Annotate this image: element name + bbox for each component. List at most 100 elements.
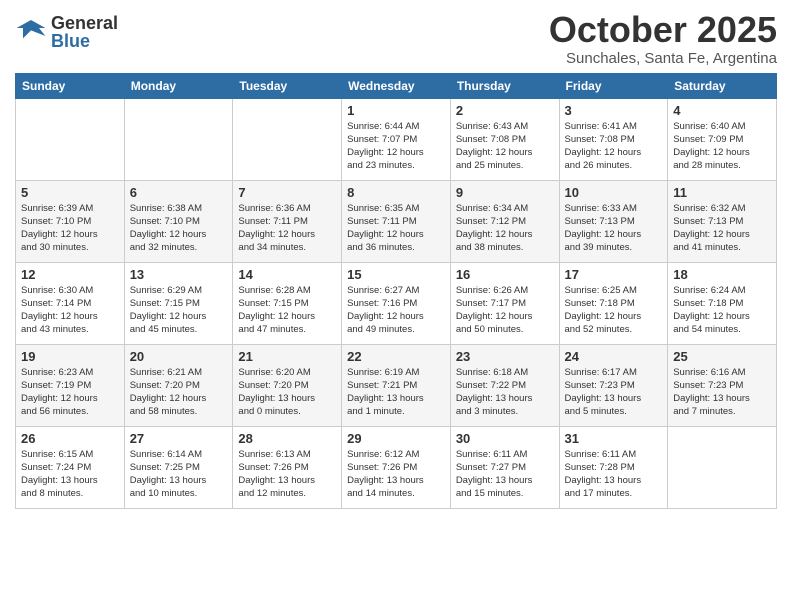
calendar-cell: 16 Sunrise: 6:26 AMSunset: 7:17 PMDayligh… [450, 262, 559, 344]
calendar-cell: 24 Sunrise: 6:17 AMSunset: 7:23 PMDayligh… [559, 344, 668, 426]
day-info: Sunrise: 6:40 AMSunset: 7:09 PMDaylight:… [673, 120, 771, 173]
day-number: 25 [673, 349, 771, 364]
calendar-week-1: 5 Sunrise: 6:39 AMSunset: 7:10 PMDaylight… [16, 180, 777, 262]
header-monday: Monday [124, 73, 233, 98]
calendar-cell: 11Sunrise: 6:32 AMSunset: 7:13 PMDayligh… [668, 180, 777, 262]
page: General Blue October 2025 Sunchales, San… [0, 0, 792, 612]
header-saturday: Saturday [668, 73, 777, 98]
calendar-cell: 23Sunrise: 6:18 AMSunset: 7:22 PMDayligh… [450, 344, 559, 426]
calendar-cell: 6 Sunrise: 6:38 AMSunset: 7:10 PMDaylight… [124, 180, 233, 262]
calendar-cell: 18 Sunrise: 6:24 AMSunset: 7:18 PMDayligh… [668, 262, 777, 344]
day-number: 18 [673, 267, 771, 282]
header-thursday: Thursday [450, 73, 559, 98]
day-info: Sunrise: 6:29 AMSunset: 7:15 PMDaylight:… [130, 284, 228, 337]
day-number: 20 [130, 349, 228, 364]
calendar-week-0: 1Sunrise: 6:44 AMSunset: 7:07 PMDaylight… [16, 98, 777, 180]
day-info: Sunrise: 6:38 AMSunset: 7:10 PMDaylight:… [130, 202, 228, 255]
day-number: 21 [238, 349, 336, 364]
day-info: Sunrise: 6:43 AMSunset: 7:08 PMDaylight:… [456, 120, 554, 173]
day-number: 8 [347, 185, 445, 200]
logo-icon [15, 16, 47, 48]
day-info: Sunrise: 6:44 AMSunset: 7:07 PMDaylight:… [347, 120, 445, 173]
day-number: 6 [130, 185, 228, 200]
day-number: 26 [21, 431, 119, 446]
calendar-cell: 8 Sunrise: 6:35 AMSunset: 7:11 PMDaylight… [342, 180, 451, 262]
day-info: Sunrise: 6:16 AMSunset: 7:23 PMDaylight:… [673, 366, 771, 419]
logo-general-text: General [51, 14, 118, 32]
day-number: 4 [673, 103, 771, 118]
day-info: Sunrise: 6:11 AMSunset: 7:28 PMDaylight:… [565, 448, 663, 501]
day-number: 16 [456, 267, 554, 282]
day-number: 13 [130, 267, 228, 282]
calendar-cell: 3Sunrise: 6:41 AMSunset: 7:08 PMDaylight… [559, 98, 668, 180]
day-number: 30 [456, 431, 554, 446]
calendar-cell [668, 426, 777, 508]
day-info: Sunrise: 6:32 AMSunset: 7:13 PMDaylight:… [673, 202, 771, 255]
day-info: Sunrise: 6:39 AMSunset: 7:10 PMDaylight:… [21, 202, 119, 255]
day-info: Sunrise: 6:30 AMSunset: 7:14 PMDaylight:… [21, 284, 119, 337]
day-number: 9 [456, 185, 554, 200]
calendar-cell: 21 Sunrise: 6:20 AMSunset: 7:20 PMDayligh… [233, 344, 342, 426]
day-info: Sunrise: 6:21 AMSunset: 7:20 PMDaylight:… [130, 366, 228, 419]
day-number: 10 [565, 185, 663, 200]
calendar-cell: 13 Sunrise: 6:29 AMSunset: 7:15 PMDayligh… [124, 262, 233, 344]
calendar-week-3: 19 Sunrise: 6:23 AMSunset: 7:19 PMDayligh… [16, 344, 777, 426]
header-sunday: Sunday [16, 73, 125, 98]
day-info: Sunrise: 6:17 AMSunset: 7:23 PMDaylight:… [565, 366, 663, 419]
logo-blue-text: Blue [51, 32, 118, 50]
calendar-cell: 27Sunrise: 6:14 AMSunset: 7:25 PMDayligh… [124, 426, 233, 508]
day-info: Sunrise: 6:25 AMSunset: 7:18 PMDaylight:… [565, 284, 663, 337]
calendar-cell: 5 Sunrise: 6:39 AMSunset: 7:10 PMDaylight… [16, 180, 125, 262]
day-number: 24 [565, 349, 663, 364]
calendar-cell: 31 Sunrise: 6:11 AMSunset: 7:28 PMDayligh… [559, 426, 668, 508]
day-number: 5 [21, 185, 119, 200]
day-number: 31 [565, 431, 663, 446]
logo-text: General Blue [51, 14, 118, 50]
calendar-cell: 1Sunrise: 6:44 AMSunset: 7:07 PMDaylight… [342, 98, 451, 180]
calendar-cell: 14Sunrise: 6:28 AMSunset: 7:15 PMDayligh… [233, 262, 342, 344]
day-info: Sunrise: 6:20 AMSunset: 7:20 PMDaylight:… [238, 366, 336, 419]
day-number: 15 [347, 267, 445, 282]
header-wednesday: Wednesday [342, 73, 451, 98]
day-info: Sunrise: 6:26 AMSunset: 7:17 PMDaylight:… [456, 284, 554, 337]
logo: General Blue [15, 14, 118, 50]
header-tuesday: Tuesday [233, 73, 342, 98]
calendar-cell: 15 Sunrise: 6:27 AMSunset: 7:16 PMDayligh… [342, 262, 451, 344]
day-info: Sunrise: 6:11 AMSunset: 7:27 PMDaylight:… [456, 448, 554, 501]
day-info: Sunrise: 6:35 AMSunset: 7:11 PMDaylight:… [347, 202, 445, 255]
calendar-header-row: Sunday Monday Tuesday Wednesday Thursday… [16, 73, 777, 98]
day-info: Sunrise: 6:18 AMSunset: 7:22 PMDaylight:… [456, 366, 554, 419]
day-info: Sunrise: 6:33 AMSunset: 7:13 PMDaylight:… [565, 202, 663, 255]
calendar-cell: 19 Sunrise: 6:23 AMSunset: 7:19 PMDayligh… [16, 344, 125, 426]
calendar-cell: 2Sunrise: 6:43 AMSunset: 7:08 PMDaylight… [450, 98, 559, 180]
day-info: Sunrise: 6:27 AMSunset: 7:16 PMDaylight:… [347, 284, 445, 337]
calendar-cell: 17Sunrise: 6:25 AMSunset: 7:18 PMDayligh… [559, 262, 668, 344]
title-block: October 2025 Sunchales, Santa Fe, Argent… [549, 10, 777, 67]
calendar-cell [233, 98, 342, 180]
day-number: 12 [21, 267, 119, 282]
day-info: Sunrise: 6:14 AMSunset: 7:25 PMDaylight:… [130, 448, 228, 501]
calendar-cell: 10 Sunrise: 6:33 AMSunset: 7:13 PMDayligh… [559, 180, 668, 262]
day-number: 19 [21, 349, 119, 364]
calendar-week-2: 12 Sunrise: 6:30 AMSunset: 7:14 PMDayligh… [16, 262, 777, 344]
calendar-week-4: 26Sunrise: 6:15 AMSunset: 7:24 PMDayligh… [16, 426, 777, 508]
calendar-cell: 9 Sunrise: 6:34 AMSunset: 7:12 PMDaylight… [450, 180, 559, 262]
calendar-cell: 25 Sunrise: 6:16 AMSunset: 7:23 PMDayligh… [668, 344, 777, 426]
day-number: 29 [347, 431, 445, 446]
calendar-cell: 12 Sunrise: 6:30 AMSunset: 7:14 PMDayligh… [16, 262, 125, 344]
header-friday: Friday [559, 73, 668, 98]
calendar-cell: 28Sunrise: 6:13 AMSunset: 7:26 PMDayligh… [233, 426, 342, 508]
day-number: 22 [347, 349, 445, 364]
day-info: Sunrise: 6:23 AMSunset: 7:19 PMDaylight:… [21, 366, 119, 419]
calendar-cell: 4 Sunrise: 6:40 AMSunset: 7:09 PMDaylight… [668, 98, 777, 180]
day-info: Sunrise: 6:36 AMSunset: 7:11 PMDaylight:… [238, 202, 336, 255]
calendar-cell: 22 Sunrise: 6:19 AMSunset: 7:21 PMDayligh… [342, 344, 451, 426]
day-info: Sunrise: 6:19 AMSunset: 7:21 PMDaylight:… [347, 366, 445, 419]
calendar-cell: 30 Sunrise: 6:11 AMSunset: 7:27 PMDayligh… [450, 426, 559, 508]
day-number: 7 [238, 185, 336, 200]
day-info: Sunrise: 6:34 AMSunset: 7:12 PMDaylight:… [456, 202, 554, 255]
day-info: Sunrise: 6:28 AMSunset: 7:15 PMDaylight:… [238, 284, 336, 337]
day-number: 28 [238, 431, 336, 446]
day-info: Sunrise: 6:24 AMSunset: 7:18 PMDaylight:… [673, 284, 771, 337]
calendar-table: Sunday Monday Tuesday Wednesday Thursday… [15, 73, 777, 509]
